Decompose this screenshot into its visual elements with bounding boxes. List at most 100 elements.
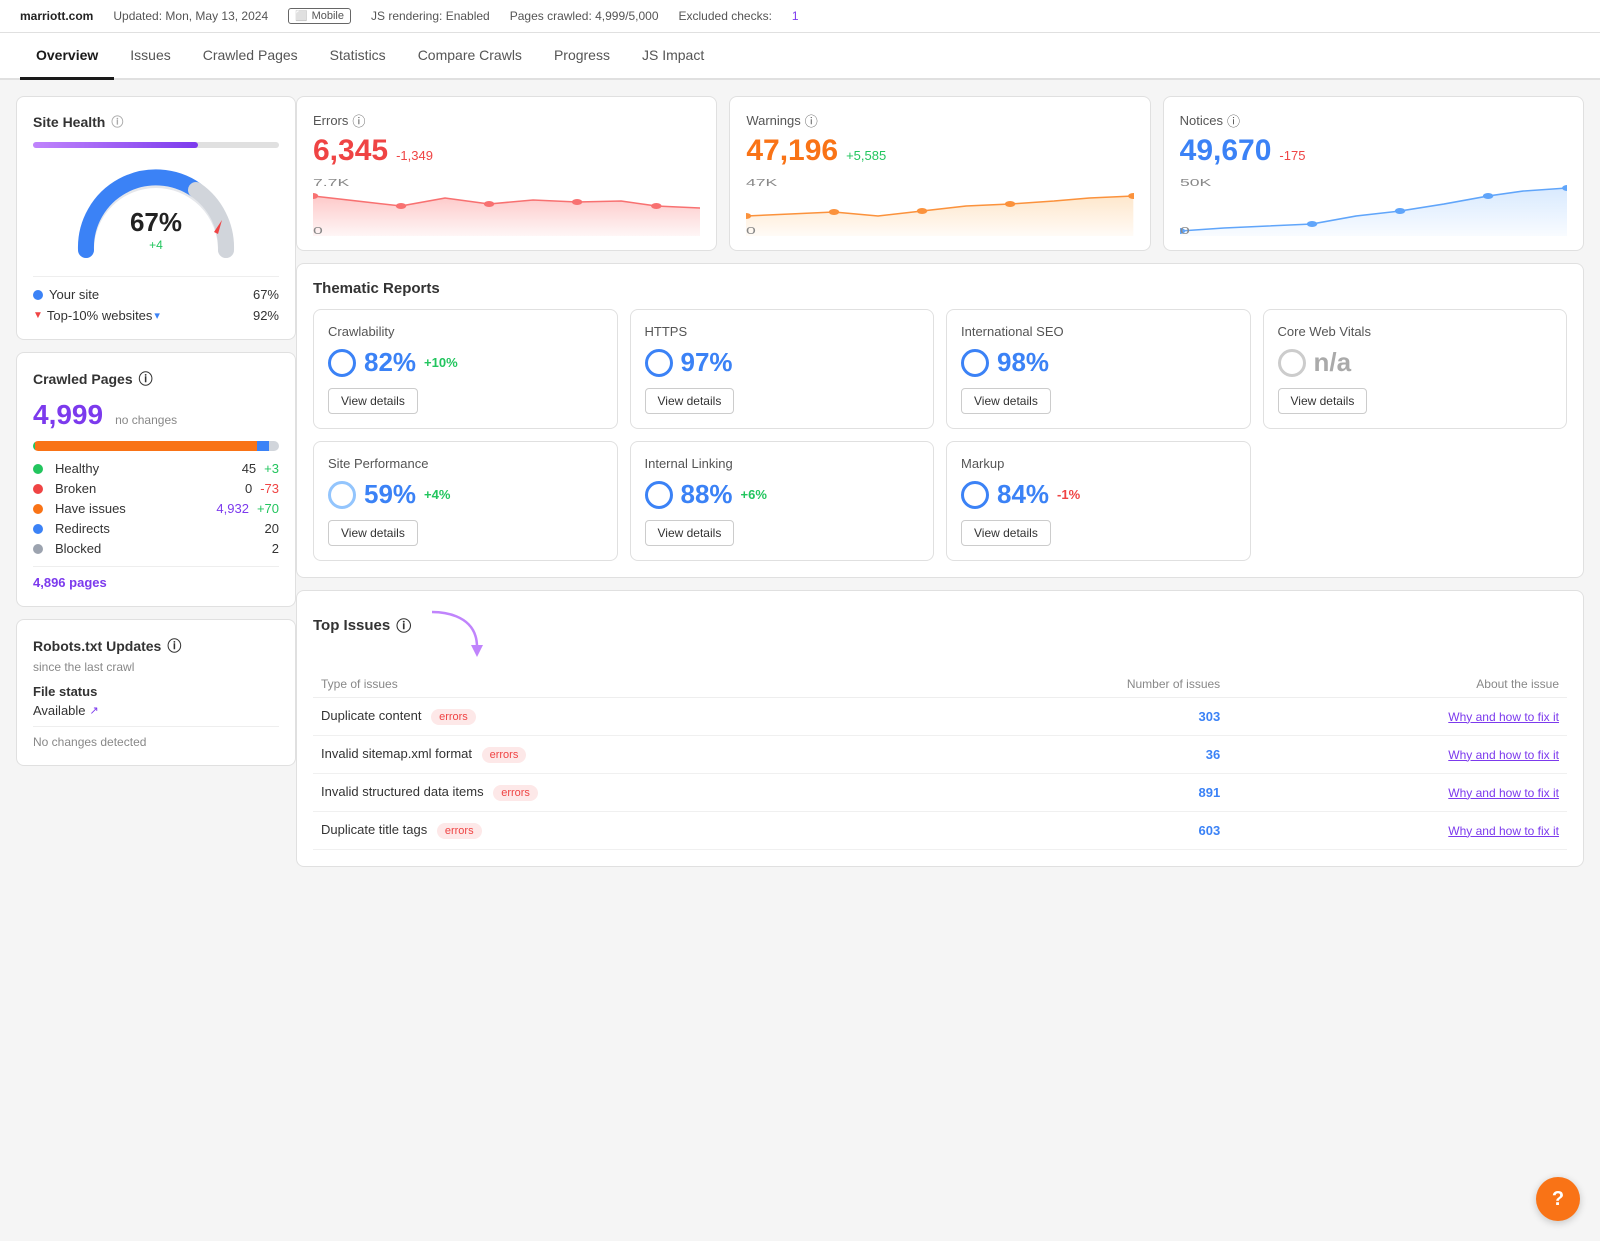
top-issues-info-icon[interactable]: ⓘ	[396, 615, 411, 636]
help-button[interactable]: ?	[1536, 1177, 1580, 1221]
warnings-info-icon[interactable]: ⓘ	[805, 111, 818, 130]
nav-overview[interactable]: Overview	[20, 33, 114, 80]
svg-text:0: 0	[746, 226, 756, 236]
pb-orange	[35, 441, 256, 451]
redirects-dot	[33, 524, 43, 534]
issue-link-duplicate-titles[interactable]: Why and how to fix it	[1228, 812, 1567, 850]
sidebar: Site Health ⓘ 67% +4	[16, 96, 296, 1225]
nav-compare-crawls[interactable]: Compare Crawls	[402, 33, 538, 80]
pb-blue	[257, 441, 269, 451]
health-bar	[33, 142, 198, 148]
notices-info-icon[interactable]: ⓘ	[1227, 111, 1240, 130]
internal-linking-name: Internal Linking	[645, 456, 920, 471]
report-core-web-vitals: Core Web Vitals n/a View details	[1263, 309, 1568, 429]
issue-name-duplicate-titles: Duplicate title tags errors	[313, 812, 936, 850]
gauge-percent: 67% +4	[130, 207, 182, 252]
nav-progress[interactable]: Progress	[538, 33, 626, 80]
updated-label: Updated: Mon, May 13, 2024	[113, 9, 268, 23]
markup-change: -1%	[1057, 487, 1080, 502]
svg-text:0: 0	[1180, 226, 1190, 236]
https-view-btn[interactable]: View details	[645, 388, 735, 414]
your-site-value: 67%	[253, 287, 279, 302]
nav-statistics[interactable]: Statistics	[314, 33, 402, 80]
robots-title: Robots.txt Updates ⓘ	[33, 636, 279, 656]
page-stats: Healthy 45 +3 Broken 0 -73	[33, 461, 279, 556]
issue-name-duplicate-content: Duplicate content errors	[313, 698, 936, 736]
healthy-dot	[33, 464, 43, 474]
report-international-seo: International SEO 98% View details	[946, 309, 1251, 429]
robots-info-icon[interactable]: ⓘ	[167, 636, 181, 656]
site-health-title: Site Health ⓘ	[33, 113, 279, 130]
top10-chevron-icon[interactable]: ▾	[154, 309, 160, 322]
issue-row-sitemap: Invalid sitemap.xml format errors 36 Why…	[313, 736, 1567, 774]
robots-subtitle: since the last crawl	[33, 660, 279, 674]
issues-table: Type of issues Number of issues About th…	[313, 671, 1567, 850]
errors-info-icon[interactable]: ⓘ	[352, 111, 365, 130]
errors-chart: 7.7K 0	[313, 176, 700, 236]
crawlability-view-btn[interactable]: View details	[328, 388, 418, 414]
badge-errors-2: errors	[482, 747, 527, 763]
crawlability-change: +10%	[424, 355, 458, 370]
crawlability-score: 82% +10%	[328, 347, 603, 378]
pages-crawled: Pages crawled: 4,999/5,000	[510, 9, 659, 23]
internal-linking-score: 88% +6%	[645, 479, 920, 510]
health-change: +4	[130, 238, 182, 252]
site-performance-view-btn[interactable]: View details	[328, 520, 418, 546]
pb-gray	[269, 441, 279, 451]
notices-label: Notices ⓘ	[1180, 111, 1567, 130]
errors-value: 6,345	[313, 134, 388, 168]
svg-text:50K: 50K	[1180, 178, 1212, 189]
crawlability-name: Crawlability	[328, 324, 603, 339]
no-changes-label: no changes	[115, 413, 177, 427]
broken-dot	[33, 484, 43, 494]
https-score: 97%	[645, 347, 920, 378]
crawled-pages-info-icon[interactable]: ⓘ	[139, 369, 153, 389]
internal-linking-view-btn[interactable]: View details	[645, 520, 735, 546]
nav-js-impact[interactable]: JS Impact	[626, 33, 720, 80]
issue-link-structured-data[interactable]: Why and how to fix it	[1228, 774, 1567, 812]
metrics-row: Errors ⓘ 6,345 -1,349	[296, 96, 1584, 251]
stat-redirects: Redirects 20	[33, 521, 279, 536]
top-issues-title: Top Issues ⓘ	[313, 615, 411, 636]
excluded-count[interactable]: 1	[792, 9, 799, 23]
top-bar: marriott.com Updated: Mon, May 13, 2024 …	[0, 0, 1600, 33]
legend-top10: ▼ Top-10% websites ▾ 92%	[33, 308, 279, 323]
svg-text:47K: 47K	[746, 178, 778, 189]
warnings-label: Warnings ⓘ	[746, 111, 1133, 130]
reports-row-2: Site Performance 59% +4% View details In…	[313, 441, 1567, 561]
site-performance-circle-icon	[328, 481, 356, 509]
badge-errors-4: errors	[437, 823, 482, 839]
core-web-vitals-score: n/a	[1278, 347, 1553, 378]
warnings-chart: 47K 0	[746, 176, 1133, 236]
warnings-change: +5,585	[846, 148, 886, 163]
nav-crawled-pages[interactable]: Crawled Pages	[187, 33, 314, 80]
issue-link-sitemap[interactable]: Why and how to fix it	[1228, 736, 1567, 774]
pages-link[interactable]: 4,896 pages	[33, 575, 107, 590]
core-web-vitals-view-btn[interactable]: View details	[1278, 388, 1368, 414]
notices-change: -175	[1279, 148, 1305, 163]
international-seo-score: 98%	[961, 347, 1236, 378]
international-seo-view-btn[interactable]: View details	[961, 388, 1051, 414]
device-badge[interactable]: Mobile	[288, 8, 351, 24]
errors-card: Errors ⓘ 6,345 -1,349	[296, 96, 717, 251]
ext-link-icon[interactable]: ↗	[90, 704, 99, 717]
issue-link-duplicate-content[interactable]: Why and how to fix it	[1228, 698, 1567, 736]
issue-row-structured-data: Invalid structured data items errors 891…	[313, 774, 1567, 812]
top-issues-section: Top Issues ⓘ Type of issues Number of is…	[296, 590, 1584, 867]
internal-linking-circle-icon	[645, 481, 673, 509]
thematic-reports-card: Thematic Reports Crawlability 82% +10% V…	[296, 263, 1584, 578]
notices-card: Notices ⓘ 49,670 -175	[1163, 96, 1584, 251]
markup-name: Markup	[961, 456, 1236, 471]
issue-row-duplicate-titles: Duplicate title tags errors 603 Why and …	[313, 812, 1567, 850]
site-name: marriott.com	[20, 9, 93, 23]
report-crawlability: Crawlability 82% +10% View details	[313, 309, 618, 429]
nav-issues[interactable]: Issues	[114, 33, 186, 80]
issue-count-duplicate-titles: 603	[936, 812, 1228, 850]
warnings-value: 47,196	[746, 134, 838, 168]
crawled-pages-card: Crawled Pages ⓘ 4,999 no changes Healthy	[16, 352, 296, 607]
health-percent: 67%	[130, 207, 182, 238]
svg-text:0: 0	[313, 226, 323, 236]
markup-view-btn[interactable]: View details	[961, 520, 1051, 546]
stat-broken: Broken 0 -73	[33, 481, 279, 496]
site-health-info-icon[interactable]: ⓘ	[111, 113, 123, 130]
